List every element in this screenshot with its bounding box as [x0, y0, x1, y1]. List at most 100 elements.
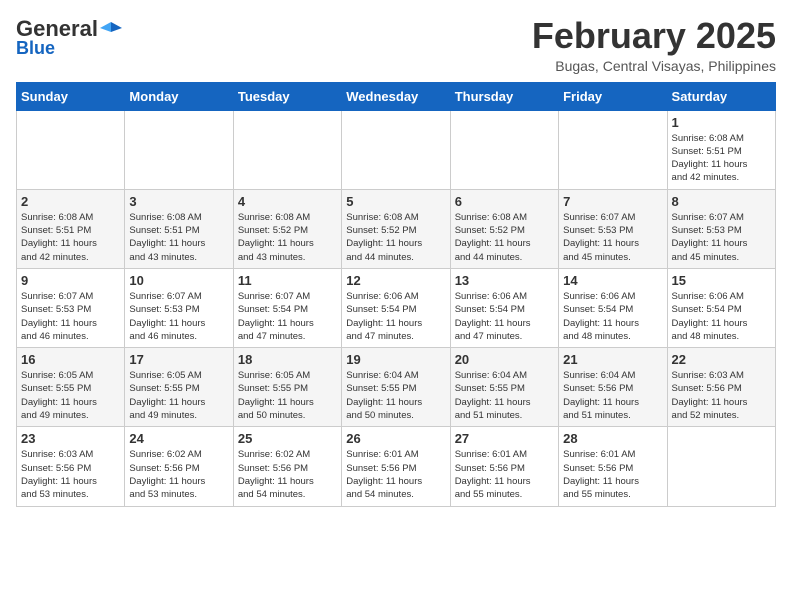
day-number: 28	[563, 431, 662, 446]
day-info: Sunrise: 6:08 AM Sunset: 5:52 PM Dayligh…	[346, 211, 445, 264]
calendar-cell	[559, 110, 667, 189]
day-info: Sunrise: 6:07 AM Sunset: 5:53 PM Dayligh…	[21, 290, 120, 343]
calendar-cell: 14 Sunrise: 6:06 AM Sunset: 5:54 PM Dayli…	[559, 268, 667, 347]
calendar-cell: 6 Sunrise: 6:08 AM Sunset: 5:52 PM Daylig…	[450, 189, 558, 268]
day-info: Sunrise: 6:03 AM Sunset: 5:56 PM Dayligh…	[672, 369, 771, 422]
day-number: 2	[21, 194, 120, 209]
day-info: Sunrise: 6:07 AM Sunset: 5:53 PM Dayligh…	[563, 211, 662, 264]
day-info: Sunrise: 6:08 AM Sunset: 5:52 PM Dayligh…	[238, 211, 337, 264]
calendar-cell: 8Sunrise: 6:07 AM Sunset: 5:53 PM Daylig…	[667, 189, 775, 268]
calendar-cell: 3Sunrise: 6:08 AM Sunset: 5:51 PM Daylig…	[125, 189, 233, 268]
calendar-cell: 21 Sunrise: 6:04 AM Sunset: 5:56 PM Dayli…	[559, 348, 667, 427]
day-number: 27	[455, 431, 554, 446]
day-info: Sunrise: 6:08 AM Sunset: 5:52 PM Dayligh…	[455, 211, 554, 264]
calendar-cell: 23Sunrise: 6:03 AM Sunset: 5:56 PM Dayli…	[17, 427, 125, 506]
day-info: Sunrise: 6:03 AM Sunset: 5:56 PM Dayligh…	[21, 448, 120, 501]
day-info: Sunrise: 6:01 AM Sunset: 5:56 PM Dayligh…	[346, 448, 445, 501]
day-info: Sunrise: 6:02 AM Sunset: 5:56 PM Dayligh…	[238, 448, 337, 501]
calendar-cell: 10 Sunrise: 6:07 AM Sunset: 5:53 PM Dayli…	[125, 268, 233, 347]
day-number: 22	[672, 352, 771, 367]
page-header: General Blue February 2025 Bugas, Centra…	[16, 16, 776, 74]
calendar-cell: 27Sunrise: 6:01 AM Sunset: 5:56 PM Dayli…	[450, 427, 558, 506]
day-number: 14	[563, 273, 662, 288]
day-number: 7	[563, 194, 662, 209]
calendar-week-row: 23Sunrise: 6:03 AM Sunset: 5:56 PM Dayli…	[17, 427, 776, 506]
day-number: 10	[129, 273, 228, 288]
calendar-cell: 4 Sunrise: 6:08 AM Sunset: 5:52 PM Daylig…	[233, 189, 341, 268]
day-number: 6	[455, 194, 554, 209]
calendar-cell: 11 Sunrise: 6:07 AM Sunset: 5:54 PM Dayli…	[233, 268, 341, 347]
day-number: 20	[455, 352, 554, 367]
day-number: 25	[238, 431, 337, 446]
logo-blue-text: Blue	[16, 38, 55, 59]
weekday-header-saturday: Saturday	[667, 82, 775, 110]
day-number: 12	[346, 273, 445, 288]
day-info: Sunrise: 6:07 AM Sunset: 5:54 PM Dayligh…	[238, 290, 337, 343]
calendar-cell: 17 Sunrise: 6:05 AM Sunset: 5:55 PM Dayli…	[125, 348, 233, 427]
day-number: 19	[346, 352, 445, 367]
calendar-cell: 28 Sunrise: 6:01 AM Sunset: 5:56 PM Dayli…	[559, 427, 667, 506]
calendar-cell	[667, 427, 775, 506]
day-info: Sunrise: 6:06 AM Sunset: 5:54 PM Dayligh…	[672, 290, 771, 343]
calendar-week-row: 16 Sunrise: 6:05 AM Sunset: 5:55 PM Dayli…	[17, 348, 776, 427]
day-number: 17	[129, 352, 228, 367]
calendar-cell: 15Sunrise: 6:06 AM Sunset: 5:54 PM Dayli…	[667, 268, 775, 347]
calendar-cell: 5 Sunrise: 6:08 AM Sunset: 5:52 PM Daylig…	[342, 189, 450, 268]
calendar-cell	[125, 110, 233, 189]
day-info: Sunrise: 6:07 AM Sunset: 5:53 PM Dayligh…	[672, 211, 771, 264]
calendar-cell: 22 Sunrise: 6:03 AM Sunset: 5:56 PM Dayli…	[667, 348, 775, 427]
day-info: Sunrise: 6:01 AM Sunset: 5:56 PM Dayligh…	[563, 448, 662, 501]
day-number: 1	[672, 115, 771, 130]
day-number: 11	[238, 273, 337, 288]
weekday-header-friday: Friday	[559, 82, 667, 110]
calendar-cell: 1 Sunrise: 6:08 AM Sunset: 5:51 PM Daylig…	[667, 110, 775, 189]
day-info: Sunrise: 6:05 AM Sunset: 5:55 PM Dayligh…	[21, 369, 120, 422]
day-info: Sunrise: 6:04 AM Sunset: 5:56 PM Dayligh…	[563, 369, 662, 422]
day-info: Sunrise: 6:08 AM Sunset: 5:51 PM Dayligh…	[672, 132, 771, 185]
calendar-cell: 19 Sunrise: 6:04 AM Sunset: 5:55 PM Dayli…	[342, 348, 450, 427]
day-number: 24	[129, 431, 228, 446]
calendar-week-row: 2 Sunrise: 6:08 AM Sunset: 5:51 PM Daylig…	[17, 189, 776, 268]
location: Bugas, Central Visayas, Philippines	[532, 58, 776, 74]
weekday-header-wednesday: Wednesday	[342, 82, 450, 110]
day-info: Sunrise: 6:02 AM Sunset: 5:56 PM Dayligh…	[129, 448, 228, 501]
day-number: 16	[21, 352, 120, 367]
day-number: 13	[455, 273, 554, 288]
calendar-cell: 18 Sunrise: 6:05 AM Sunset: 5:55 PM Dayli…	[233, 348, 341, 427]
logo: General Blue	[16, 16, 122, 59]
calendar-table: SundayMondayTuesdayWednesdayThursdayFrid…	[16, 82, 776, 507]
calendar-header: SundayMondayTuesdayWednesdayThursdayFrid…	[17, 82, 776, 110]
calendar-cell: 26 Sunrise: 6:01 AM Sunset: 5:56 PM Dayli…	[342, 427, 450, 506]
weekday-header-tuesday: Tuesday	[233, 82, 341, 110]
day-info: Sunrise: 6:06 AM Sunset: 5:54 PM Dayligh…	[563, 290, 662, 343]
weekday-header-row: SundayMondayTuesdayWednesdayThursdayFrid…	[17, 82, 776, 110]
day-number: 21	[563, 352, 662, 367]
day-number: 26	[346, 431, 445, 446]
calendar-cell: 25 Sunrise: 6:02 AM Sunset: 5:56 PM Dayli…	[233, 427, 341, 506]
calendar-cell: 9 Sunrise: 6:07 AM Sunset: 5:53 PM Daylig…	[17, 268, 125, 347]
calendar-cell	[450, 110, 558, 189]
day-number: 18	[238, 352, 337, 367]
day-info: Sunrise: 6:04 AM Sunset: 5:55 PM Dayligh…	[346, 369, 445, 422]
day-info: Sunrise: 6:06 AM Sunset: 5:54 PM Dayligh…	[455, 290, 554, 343]
calendar-body: 1 Sunrise: 6:08 AM Sunset: 5:51 PM Daylig…	[17, 110, 776, 506]
weekday-header-monday: Monday	[125, 82, 233, 110]
day-number: 5	[346, 194, 445, 209]
calendar-cell	[17, 110, 125, 189]
calendar-cell: 20Sunrise: 6:04 AM Sunset: 5:55 PM Dayli…	[450, 348, 558, 427]
calendar-cell: 24 Sunrise: 6:02 AM Sunset: 5:56 PM Dayli…	[125, 427, 233, 506]
month-title: February 2025	[532, 16, 776, 56]
weekday-header-thursday: Thursday	[450, 82, 558, 110]
day-info: Sunrise: 6:05 AM Sunset: 5:55 PM Dayligh…	[238, 369, 337, 422]
day-info: Sunrise: 6:05 AM Sunset: 5:55 PM Dayligh…	[129, 369, 228, 422]
logo-bird-icon	[100, 18, 122, 40]
day-info: Sunrise: 6:07 AM Sunset: 5:53 PM Dayligh…	[129, 290, 228, 343]
calendar-week-row: 1 Sunrise: 6:08 AM Sunset: 5:51 PM Daylig…	[17, 110, 776, 189]
calendar-cell	[342, 110, 450, 189]
day-info: Sunrise: 6:08 AM Sunset: 5:51 PM Dayligh…	[129, 211, 228, 264]
day-number: 9	[21, 273, 120, 288]
calendar-week-row: 9 Sunrise: 6:07 AM Sunset: 5:53 PM Daylig…	[17, 268, 776, 347]
day-number: 4	[238, 194, 337, 209]
calendar-cell: 2Sunrise: 6:08 AM Sunset: 5:51 PM Daylig…	[17, 189, 125, 268]
calendar-cell: 12Sunrise: 6:06 AM Sunset: 5:54 PM Dayli…	[342, 268, 450, 347]
